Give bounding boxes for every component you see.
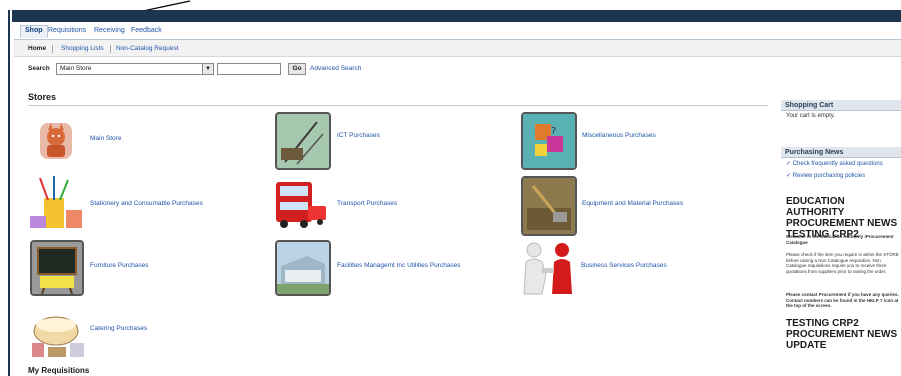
handshake-icon	[523, 242, 572, 295]
cart-empty-text: Your cart is empty.	[786, 113, 836, 119]
my-requisitions-heading: My Requisitions	[28, 366, 90, 375]
store-label[interactable]: Business Services Purchases	[581, 262, 667, 269]
subnav-shopping-lists[interactable]: Shopping Lists	[61, 45, 104, 52]
building-icon	[275, 240, 331, 296]
subnav-non-catalog-request[interactable]: Non-Catalog Request	[116, 45, 179, 52]
store-select-value: Main Store	[60, 65, 92, 72]
store-label[interactable]: Stationery and Consumable Purchases	[90, 200, 203, 207]
tab-shop[interactable]: Shop	[20, 25, 48, 38]
store-label[interactable]: Furniture Purchases	[90, 262, 149, 269]
chevron-down-icon[interactable]: ▼	[202, 64, 213, 74]
cables-icon	[275, 112, 331, 170]
global-header-bar	[12, 10, 901, 22]
search-input[interactable]	[217, 63, 281, 75]
news-link-label[interactable]: Check frequently asked questions	[793, 161, 883, 167]
stores-heading: Stores	[28, 92, 57, 102]
store-label[interactable]: ICT Purchases	[337, 132, 380, 139]
bus-icon	[276, 182, 326, 228]
subnav-separator	[110, 45, 111, 53]
subnav-home[interactable]: Home	[28, 45, 46, 52]
checkmark-icon: ✓	[786, 161, 792, 167]
store-label[interactable]: Miscellaneous Purchases	[582, 132, 656, 139]
news-link-faq[interactable]: ✓ Check frequently asked questions	[786, 160, 883, 167]
subnav-separator	[52, 45, 53, 53]
store-label[interactable]: Catering Purchases	[90, 325, 147, 332]
svg-text:?: ?	[551, 126, 556, 137]
advanced-search-link[interactable]: Advanced Search	[310, 65, 361, 72]
news-body-1: Please check if the item you require is …	[786, 252, 899, 274]
news-update-headline: TESTING CRP2 PROCUREMENT NEWS UPDATE	[786, 318, 898, 351]
fox-mascot-icon	[40, 123, 72, 159]
news-link-policies[interactable]: ✓ Review purchasing policies	[786, 172, 865, 179]
news-body-2: Please contact Procurement if you have a…	[786, 292, 899, 308]
store-label[interactable]: Equipment and Material Purchases	[582, 200, 683, 207]
stationery-icon	[30, 176, 82, 228]
search-row: Search Main Store ▼ Go Advanced Search	[14, 62, 901, 78]
left-rail	[0, 10, 12, 376]
go-button[interactable]: Go	[288, 63, 306, 75]
news-link-label[interactable]: Review purchasing policies	[793, 173, 865, 179]
store-select[interactable]: Main Store ▼	[56, 63, 214, 75]
shopping-cart-header: Shopping Cart	[781, 100, 901, 111]
tab-feedback[interactable]: Feedback	[131, 27, 162, 34]
purchasing-news-header: Purchasing News	[781, 147, 901, 158]
checkmark-icon: ✓	[786, 173, 792, 179]
side-panel: Shopping Cart Your cart is empty. Purcha…	[781, 98, 901, 376]
search-label: Search	[28, 65, 50, 72]
store-label[interactable]: Transport Purchases	[337, 200, 397, 207]
puzzle-icon: ?	[521, 112, 577, 170]
sub-navigation: Home Shopping Lists Non-Catalog Request	[14, 40, 901, 57]
shovel-icon	[521, 176, 577, 236]
store-label[interactable]: Main Store	[90, 135, 121, 142]
store-label[interactable]: Facilities Managemt Inc Utilities Purcha…	[337, 262, 461, 269]
main-tabs: Shop Requisitions Receiving Feedback	[14, 23, 901, 40]
baking-icon	[32, 316, 84, 357]
divider	[28, 105, 768, 106]
news-welcome: Welcome to the Education Authority iProc…	[786, 234, 894, 245]
tab-requisitions[interactable]: Requisitions	[48, 27, 86, 34]
blackboard-icon	[30, 240, 84, 296]
tab-receiving[interactable]: Receiving	[94, 27, 125, 34]
